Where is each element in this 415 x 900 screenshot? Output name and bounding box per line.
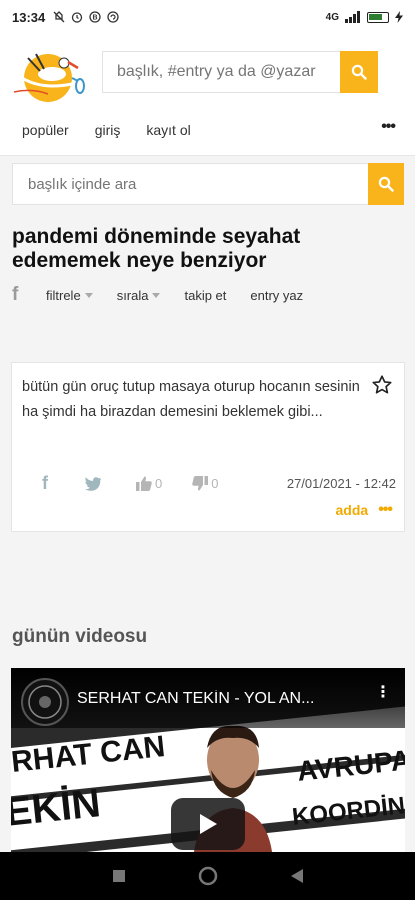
chevron-down-icon — [152, 292, 161, 298]
battery-icon — [367, 11, 389, 23]
filter-dropdown[interactable]: filtrele — [46, 288, 93, 303]
entry-author[interactable]: adda — [336, 502, 369, 518]
follow-button[interactable]: takip et — [184, 288, 226, 303]
topic-search — [12, 163, 404, 205]
alarm-icon — [72, 12, 83, 23]
site-header: popüler giriş kayıt ol ••• — [0, 34, 415, 156]
svg-text:B: B — [93, 15, 98, 22]
global-search-button[interactable] — [340, 51, 378, 93]
downvote-button[interactable]: 0 — [192, 476, 218, 491]
recent-apps-icon[interactable] — [112, 869, 126, 883]
entry-date[interactable]: 27/01/2021 - 12:42 — [287, 476, 396, 491]
write-entry-button[interactable]: entry yaz — [250, 288, 303, 303]
signal-icon — [345, 11, 360, 23]
entry-text: bütün gün oruç tutup masaya oturup hocan… — [22, 379, 360, 420]
video-title[interactable]: SERHAT CAN TEKİN - YOL AN... — [77, 690, 357, 708]
nav-more-button[interactable]: ••• — [381, 118, 396, 136]
entry-author-row: adda ••• — [336, 501, 393, 519]
nav-register[interactable]: kayıt ol — [146, 122, 190, 138]
play-icon — [200, 814, 217, 834]
site-logo-icon[interactable] — [12, 48, 90, 104]
global-search — [102, 51, 378, 93]
downvote-count: 0 — [211, 476, 219, 491]
entry-more-button[interactable]: ••• — [378, 501, 393, 519]
status-icons: B — [53, 11, 119, 23]
topic-actions: f filtrele sırala takip et entry yaz — [12, 284, 327, 306]
video-menu-icon[interactable]: ⋮ — [375, 685, 391, 701]
topic-title[interactable]: pandemi döneminde seyahat edememek neye … — [12, 225, 392, 273]
entry-card: bütün gün oruç tutup masaya oturup hocan… — [11, 362, 405, 532]
filter-label: filtrele — [46, 287, 81, 303]
global-search-input[interactable] — [103, 52, 341, 92]
sort-dropdown[interactable]: sırala — [117, 288, 161, 303]
mute-notification-icon — [53, 11, 65, 23]
topic-search-input[interactable] — [13, 164, 363, 204]
twitter-share-icon[interactable] — [84, 476, 102, 491]
video-player[interactable]: RHAT CAN EKİN AVRUPA KOORDİN SERHAT CAN … — [11, 668, 405, 852]
status-right: 4G — [326, 11, 403, 23]
search-icon — [351, 64, 367, 80]
network-type: 4G — [325, 11, 339, 23]
video-section-title: günün videosu — [12, 626, 148, 647]
sync-icon — [107, 11, 119, 23]
facebook-share-icon[interactable]: f — [42, 473, 48, 494]
nav-login[interactable]: giriş — [95, 122, 121, 138]
search-icon — [378, 176, 394, 192]
thumbs-up-icon — [136, 476, 152, 491]
top-nav: popüler giriş kayıt ol — [22, 122, 191, 138]
home-icon[interactable] — [198, 866, 218, 886]
back-icon[interactable] — [290, 868, 304, 884]
channel-avatar[interactable] — [21, 678, 69, 726]
thumbs-down-icon — [192, 476, 209, 491]
chevron-down-icon — [84, 292, 93, 298]
status-time: 13:34 — [12, 9, 46, 25]
play-button[interactable] — [171, 798, 245, 850]
nav-popular[interactable]: popüler — [22, 122, 69, 138]
favorite-star-icon[interactable] — [371, 374, 393, 396]
upvote-button[interactable]: 0 — [136, 476, 162, 491]
status-bar: 13:34 B 4G — [0, 0, 415, 34]
facebook-share-icon[interactable]: f — [12, 284, 22, 306]
upvote-count: 0 — [155, 476, 163, 491]
sort-label: sırala — [116, 287, 149, 303]
topic-search-button[interactable] — [368, 163, 404, 205]
entry-footer: f 0 0 27/01/2021 - 12:42 — [42, 473, 396, 494]
android-nav-bar — [0, 852, 415, 900]
charging-icon — [395, 11, 403, 23]
app-notification-icon: B — [89, 11, 101, 23]
